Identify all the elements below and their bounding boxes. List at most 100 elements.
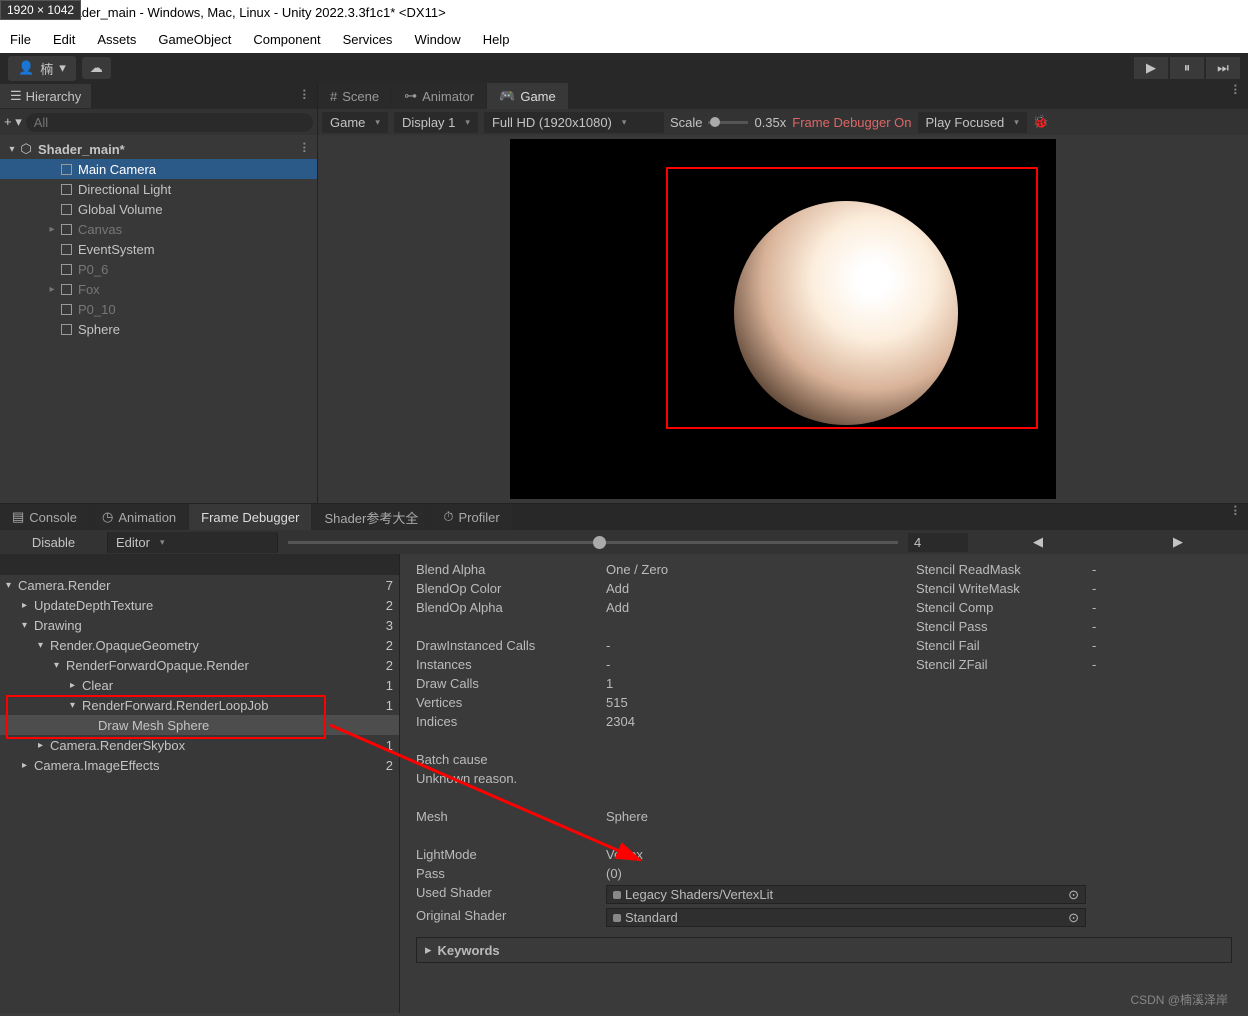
hierarchy-item[interactable]: Global Volume — [0, 199, 317, 219]
scene-tab[interactable]: #Scene — [318, 83, 391, 109]
step-button[interactable]: ⏭ — [1206, 57, 1240, 79]
hierarchy-item[interactable]: ▸Fox — [0, 279, 317, 299]
bug-icon[interactable]: 🐞 — [1033, 114, 1049, 130]
target-icon[interactable]: ⊙ — [1068, 887, 1079, 903]
output-dropdown[interactable]: Game — [322, 112, 388, 133]
item-menu-icon[interactable]: ⠇ — [295, 141, 317, 157]
keywords-foldout[interactable]: ▸Keywords — [416, 937, 1232, 963]
step-slider[interactable] — [278, 541, 908, 544]
frame-debugger-tab[interactable]: Frame Debugger — [189, 504, 311, 530]
hierarchy-item[interactable]: ▸Canvas — [0, 219, 317, 239]
dimensions-badge: 1920 × 1042 — [0, 0, 81, 20]
hierarchy-item[interactable]: P0_10 — [0, 299, 317, 319]
hierarchy-item[interactable]: P0_6 — [0, 259, 317, 279]
hierarchy-item[interactable]: Main Camera — [0, 159, 317, 179]
detail-row: Blend AlphaOne / ZeroStencil ReadMask- — [416, 562, 1232, 581]
menu-services[interactable]: Services — [343, 32, 393, 47]
menu-file[interactable]: File — [10, 32, 31, 47]
details-panel[interactable]: Blend AlphaOne / ZeroStencil ReadMask-Bl… — [400, 554, 1248, 1013]
hierarchy-tree[interactable]: ▾⬡Shader_main*⠇Main CameraDirectional Li… — [0, 135, 317, 503]
game-canvas — [510, 139, 1056, 499]
account-name: 楠 — [40, 59, 53, 78]
callstack-row[interactable]: ▸Clear1 — [0, 675, 399, 695]
shader-icon — [613, 891, 621, 899]
detail-row: Unknown reason. — [416, 771, 1232, 790]
hierarchy-root[interactable]: ▾⬡Shader_main*⠇ — [0, 139, 317, 159]
viewport-menu-icon[interactable]: ⠇ — [1226, 83, 1248, 109]
callstack-row[interactable]: ▸Camera.ImageEffects2 — [0, 755, 399, 775]
orig-shader-field[interactable]: Standard⊙ — [606, 908, 1086, 927]
step-number[interactable]: 4 — [908, 533, 968, 552]
console-icon: ▤ — [12, 509, 24, 525]
profiler-tab[interactable]: ⏱Profiler — [431, 504, 511, 530]
detail-row: Instances-Stencil ZFail- — [416, 657, 1232, 676]
play-controls: ▶ ⏸ ⏭ — [1134, 57, 1240, 79]
animator-tab[interactable]: ⊶Animator — [392, 83, 486, 109]
bottom-menu-icon[interactable]: ⠇ — [1226, 504, 1248, 530]
scale-value: 0.35x — [754, 115, 786, 130]
hierarchy-tab[interactable]: ☰ Hierarchy — [0, 84, 91, 108]
play-dropdown[interactable]: Play Focused — [918, 112, 1027, 133]
shader-icon — [613, 914, 621, 922]
callstack-row[interactable]: ▾RenderForward.RenderLoopJob1 — [0, 695, 399, 715]
target-icon[interactable]: ⊙ — [1068, 910, 1079, 926]
game-tab[interactable]: 🎮Game — [487, 83, 568, 109]
panel-menu-icon[interactable]: ⠇ — [295, 88, 317, 104]
unity-icon: ⬡ — [18, 141, 34, 157]
used-shader-field[interactable]: Legacy Shaders/VertexLit⊙ — [606, 885, 1086, 904]
editor-dropdown[interactable]: Editor — [108, 532, 278, 553]
detail-row: Vertices515 — [416, 695, 1232, 714]
shader-ref-tab[interactable]: Shader参考大全 — [312, 504, 430, 530]
add-button[interactable]: + ▾ — [4, 114, 22, 130]
detail-row: BlendOp ColorAddStencil WriteMask- — [416, 581, 1232, 600]
console-tab[interactable]: ▤Console — [0, 504, 89, 530]
animation-tab[interactable]: ◷Animation — [90, 504, 188, 530]
cube-icon — [58, 321, 74, 337]
next-button[interactable]: ▶ — [1108, 532, 1248, 552]
cube-icon — [58, 181, 74, 197]
profiler-icon: ⏱ — [443, 509, 453, 525]
scale-slider[interactable] — [708, 121, 748, 124]
callstack-row[interactable]: ▾Drawing3 — [0, 615, 399, 635]
menu-gameobject[interactable]: GameObject — [158, 32, 231, 47]
disable-button[interactable]: Disable — [0, 532, 108, 553]
menu-edit[interactable]: Edit — [53, 32, 75, 47]
watermark: CSDN @楠溪泽岸 — [1130, 991, 1228, 1008]
cube-icon — [58, 301, 74, 317]
account-button[interactable]: 👤 楠 ▾ — [8, 56, 76, 81]
cube-icon — [58, 221, 74, 237]
menu-assets[interactable]: Assets — [97, 32, 136, 47]
chevron-right-icon: ▸ — [425, 942, 432, 958]
pause-button[interactable]: ⏸ — [1170, 57, 1204, 79]
detail-row: Pass (0) — [416, 866, 1232, 885]
callstack-search[interactable] — [0, 554, 399, 575]
detail-row: BlendOp AlphaAddStencil Comp- — [416, 600, 1232, 619]
callstack-row[interactable]: ▸Camera.RenderSkybox1 — [0, 735, 399, 755]
callstack-row[interactable]: ▸UpdateDepthTexture2 — [0, 595, 399, 615]
hierarchy-item[interactable]: EventSystem — [0, 239, 317, 259]
hierarchy-item[interactable]: Directional Light — [0, 179, 317, 199]
hierarchy-search[interactable] — [26, 113, 313, 132]
callstack-row[interactable]: Draw Mesh Sphere — [0, 715, 399, 735]
call-stack[interactable]: ▾Camera.Render7▸UpdateDepthTexture2▾Draw… — [0, 554, 400, 1013]
detail-row: Batch cause — [416, 752, 1232, 771]
display-dropdown[interactable]: Display 1 — [394, 112, 478, 133]
callstack-row[interactable]: ▾RenderForwardOpaque.Render2 — [0, 655, 399, 675]
callstack-row[interactable]: ▾Camera.Render7 — [0, 575, 399, 595]
cloud-button[interactable]: ☁ — [82, 57, 111, 79]
highlight-box — [666, 167, 1038, 429]
prev-button[interactable]: ◀ — [968, 532, 1108, 552]
hierarchy-title: Hierarchy — [26, 89, 82, 104]
hierarchy-item[interactable]: Sphere — [0, 319, 317, 339]
cube-icon — [58, 281, 74, 297]
cube-icon — [58, 241, 74, 257]
game-view[interactable] — [318, 135, 1248, 503]
window-titlebar: eaning - Shader_main - Windows, Mac, Lin… — [0, 0, 1248, 25]
menu-component[interactable]: Component — [253, 32, 320, 47]
resolution-dropdown[interactable]: Full HD (1920x1080) — [484, 112, 664, 133]
callstack-row[interactable]: ▾Render.OpaqueGeometry2 — [0, 635, 399, 655]
menu-help[interactable]: Help — [483, 32, 510, 47]
menu-window[interactable]: Window — [414, 32, 460, 47]
play-button[interactable]: ▶ — [1134, 57, 1168, 79]
detail-row — [416, 733, 1232, 752]
